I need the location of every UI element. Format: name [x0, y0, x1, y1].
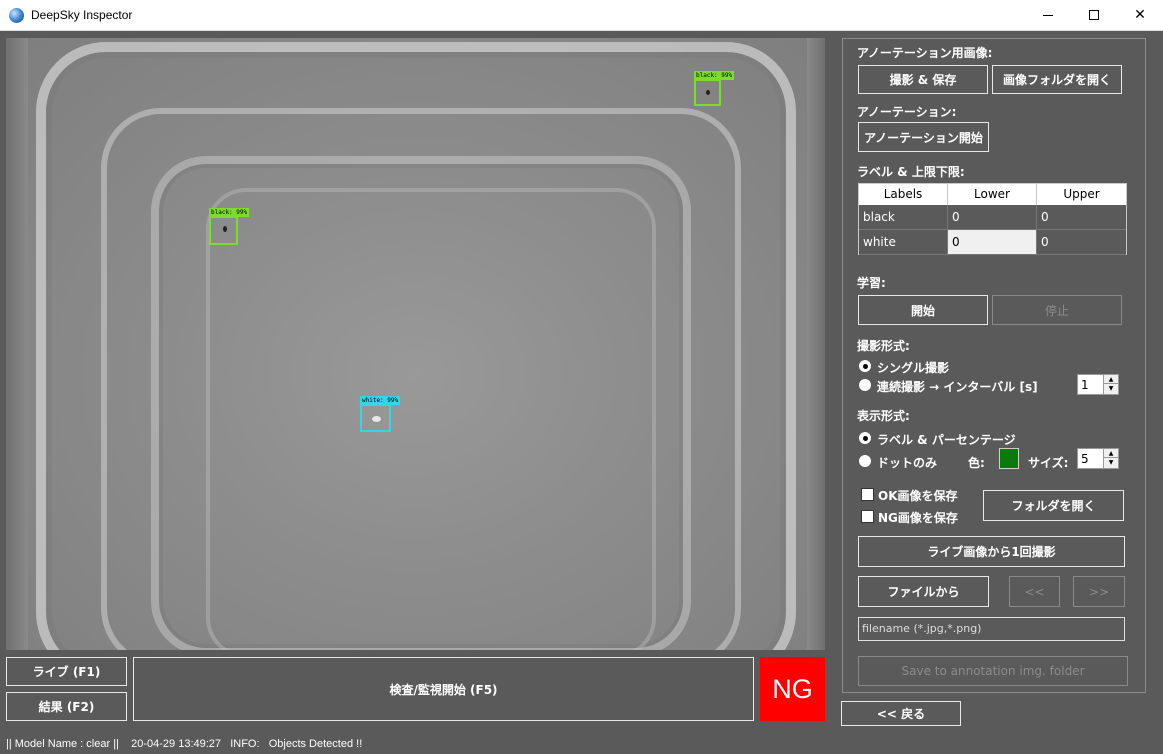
maximize-icon: [1089, 10, 1099, 20]
defect-spot: [706, 90, 710, 95]
table-cell-label[interactable]: black: [859, 205, 948, 230]
window-title: DeepSky Inspector: [31, 8, 133, 22]
stepper-up-icon[interactable]: ▲: [1104, 375, 1118, 384]
close-icon: ✕: [1134, 7, 1146, 23]
result-button[interactable]: 結果 (F2): [6, 692, 127, 721]
detection-label: black: 99%: [209, 208, 250, 217]
continuous-capture-label: 連続撮影 → インターバル [s]: [877, 380, 1038, 394]
live-button[interactable]: ライブ (F1): [6, 657, 127, 686]
save-ok-checkbox[interactable]: [861, 488, 874, 501]
learning-start-button[interactable]: 開始: [858, 295, 988, 325]
stepper-up-icon[interactable]: ▲: [1104, 449, 1118, 458]
result-status-indicator: NG: [760, 657, 825, 721]
title-bar: DeepSky Inspector ✕: [0, 0, 1163, 31]
detection-label: black: 99%: [694, 71, 735, 80]
label-percent-radio[interactable]: [859, 432, 871, 444]
table-header-lower[interactable]: Lower: [948, 184, 1037, 205]
back-button[interactable]: << 戻る: [841, 701, 961, 726]
single-capture-radio[interactable]: [859, 360, 871, 372]
save-ok-label: OK画像を保存: [878, 489, 958, 503]
labels-limits-header: ラベル & 上限下限:: [857, 165, 965, 179]
table-header-upper[interactable]: Upper: [1037, 184, 1126, 205]
save-to-annotation-button[interactable]: Save to annotation img. folder: [858, 656, 1128, 686]
learning-stop-button[interactable]: 停止: [992, 295, 1122, 325]
size-stepper[interactable]: 5 ▲ ▼: [1077, 448, 1119, 469]
annotation-images-header: アノーテーション用画像:: [857, 46, 993, 60]
stepper-down-icon[interactable]: ▼: [1104, 384, 1118, 393]
close-button[interactable]: ✕: [1117, 0, 1163, 31]
client-area: black: 99% black: 99% white: 99% ライブ (F1…: [0, 31, 1163, 754]
app-globe-icon: [9, 8, 24, 23]
color-label: 色:: [968, 456, 985, 470]
interval-arrows[interactable]: ▲ ▼: [1103, 375, 1118, 394]
table-cell-upper[interactable]: 0: [1037, 230, 1126, 255]
inspection-image-viewer: black: 99% black: 99% white: 99%: [6, 38, 825, 650]
from-file-button[interactable]: ファイルから: [858, 576, 989, 607]
table-cell-lower[interactable]: 0: [948, 205, 1037, 230]
detection-box: black: 99%: [209, 208, 250, 245]
single-capture-label: シングル撮影: [877, 361, 950, 375]
save-ng-checkbox[interactable]: [861, 510, 874, 523]
capture-save-button[interactable]: 撮影 & 保存: [858, 65, 988, 94]
save-ng-label: NG画像を保存: [878, 511, 958, 525]
color-swatch[interactable]: [999, 448, 1019, 469]
table-header-labels[interactable]: Labels: [859, 184, 948, 205]
next-image-button[interactable]: >>: [1073, 576, 1125, 607]
label-percent-label: ラベル & パーセンテージ: [877, 433, 1016, 447]
tray-floor: [206, 188, 656, 650]
stepper-down-icon[interactable]: ▼: [1104, 458, 1118, 467]
detection-box: white: 99%: [360, 396, 401, 432]
maximize-button[interactable]: [1071, 0, 1117, 31]
labels-limits-table: Labels Lower Upper black 0 0 white 0 0: [858, 183, 1127, 255]
defect-spot: [372, 416, 381, 422]
open-image-folder-button[interactable]: 画像フォルダを開く: [992, 65, 1122, 94]
table-cell-lower-editing[interactable]: 0: [948, 230, 1037, 255]
tray-edge: [6, 38, 28, 650]
display-mode-header: 表示形式:: [857, 409, 910, 423]
table-cell-label[interactable]: white: [859, 230, 948, 255]
continuous-capture-radio[interactable]: [859, 379, 871, 391]
prev-image-button[interactable]: <<: [1009, 576, 1060, 607]
dots-only-label: ドットのみ: [877, 456, 938, 470]
detection-label: white: 99%: [360, 396, 401, 405]
inspect-start-button[interactable]: 検査/監視開始 (F5): [133, 657, 754, 721]
start-annotation-button[interactable]: アノーテーション開始: [858, 122, 989, 152]
interval-value: 1: [1081, 378, 1089, 392]
minimize-button[interactable]: [1025, 0, 1071, 31]
table-cell-upper[interactable]: 0: [1037, 205, 1126, 230]
detection-box: black: 99%: [694, 71, 735, 106]
capture-mode-header: 撮影形式:: [857, 339, 910, 353]
status-bar: || Model Name : clear || 20-04-29 13:49:…: [0, 735, 1163, 754]
interval-stepper[interactable]: 1 ▲ ▼: [1077, 374, 1119, 395]
size-value: 5: [1081, 452, 1089, 466]
size-label: サイズ:: [1028, 456, 1069, 470]
filename-field[interactable]: filename (*.jpg,*.png): [858, 617, 1125, 641]
capture-once-button[interactable]: ライブ画像から1回撮影: [858, 536, 1125, 567]
tray-edge: [807, 38, 825, 650]
defect-spot: [223, 226, 227, 232]
dots-only-radio[interactable]: [859, 455, 871, 467]
minimize-icon: [1043, 15, 1053, 16]
learning-header: 学習:: [857, 276, 886, 290]
annotation-header: アノーテーション:: [857, 105, 957, 119]
open-folder-button[interactable]: フォルダを開く: [983, 490, 1124, 521]
size-arrows[interactable]: ▲ ▼: [1103, 449, 1118, 468]
